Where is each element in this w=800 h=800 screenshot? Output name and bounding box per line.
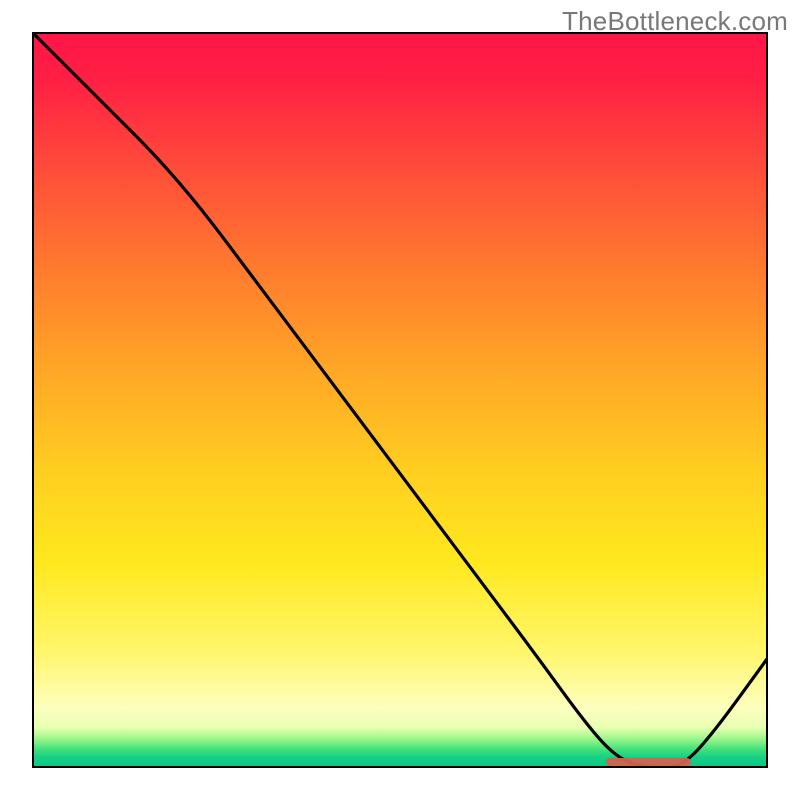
- plot-area: [32, 32, 768, 768]
- heat-gradient: [32, 32, 768, 768]
- optimal-zone-marker: [606, 758, 691, 766]
- chart-container: TheBottleneck.com: [0, 0, 800, 800]
